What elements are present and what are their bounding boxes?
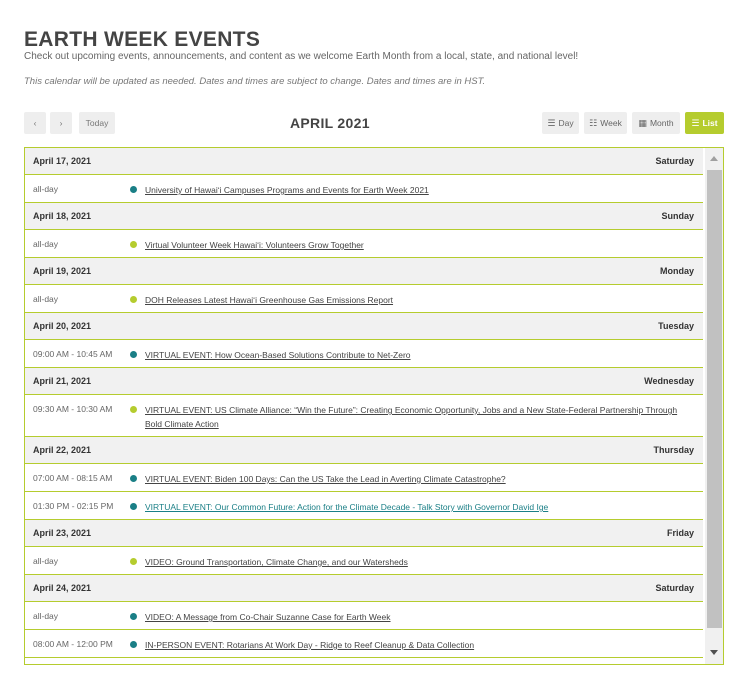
event-list-body: April 17, 2021 Saturday all-day University … [25,148,703,658]
event-time: all-day [33,184,59,194]
day-view-button[interactable]: ☰ Day [542,112,579,134]
event-title-link[interactable]: VIDEO: A Message from Co-Chair Suzanne C… [145,610,703,624]
prev-button[interactable]: ‹ [24,112,46,134]
day-weekday: Saturday [655,583,694,593]
day-header: April 22, 2021 Thursday [25,437,703,464]
list-lines-icon: ☰ [547,117,556,128]
day-date: April 24, 2021 [33,583,92,593]
event-title-link[interactable]: VIRTUAL EVENT: US Climate Alliance: “Win… [145,403,703,431]
event-row[interactable]: 07:00 AM - 08:15 AM VIRTUAL EVENT: Biden … [25,464,703,492]
day-weekday: Monday [659,266,694,276]
day-weekday: Wednesday [644,376,694,386]
event-row[interactable]: 09:30 AM - 10:30 AM VIRTUAL EVENT: US Cli… [25,395,703,437]
day-weekday: Friday [666,528,694,538]
event-category-dot-icon [130,241,137,248]
page-subtitle: Check out upcoming events, announcements… [24,51,579,62]
event-time: all-day [33,611,59,621]
event-title-link[interactable]: IN-PERSON EVENT: Rotarians At Work Day -… [145,638,703,652]
day-header: April 18, 2021 Sunday [25,203,703,230]
event-time: all-day [33,294,59,304]
event-time: all-day [33,239,59,249]
event-category-dot-icon [130,641,137,648]
month-view-button[interactable]: ▦ Month [632,112,680,134]
event-row[interactable]: 08:00 AM - 12:00 PM IN-PERSON EVENT: Rota… [25,630,703,658]
event-category-dot-icon [130,296,137,303]
day-date: April 18, 2021 [33,211,92,221]
day-weekday: Sunday [661,211,694,221]
event-row[interactable]: all-day DOH Releases Latest Hawaiʻi Green… [25,285,703,313]
next-button[interactable]: › [50,112,72,134]
event-title-link[interactable]: VIDEO: Ground Transportation, Climate Ch… [145,555,703,569]
event-category-dot-icon [130,558,137,565]
grid-icon: ▦ [638,117,647,128]
day-header: April 21, 2021 Wednesday [25,368,703,395]
scroll-down-arrow-icon[interactable] [710,650,718,655]
event-row[interactable]: all-day University of Hawaiʻi Campuses Pr… [25,175,703,203]
event-title-link[interactable]: VIRTUAL EVENT: How Ocean-Based Solutions… [145,348,703,362]
event-category-dot-icon [130,406,137,413]
event-row[interactable]: all-day VIDEO: Ground Transportation, Cli… [25,547,703,575]
event-title-link[interactable]: VIRTUAL EVENT: Biden 100 Days: Can the U… [145,472,703,486]
event-row[interactable]: 09:00 AM - 10:45 AM VIRTUAL EVENT: How Oc… [25,340,703,368]
day-header: April 17, 2021 Saturday [25,148,703,175]
week-view-button[interactable]: ☷ Week [584,112,627,134]
event-time: 01:30 PM - 02:15 PM [33,501,114,511]
day-weekday: Thursday [653,445,694,455]
event-time: 09:00 AM - 10:45 AM [33,349,113,359]
calendar-toolbar: ‹ › Today APRIL 2021 ☰ Day ☷ Week ▦ Mont… [24,112,724,134]
event-title-link[interactable]: DOH Releases Latest Hawaiʻi Greenhouse G… [145,293,703,307]
page-title: EARTH WEEK EVENTS [24,28,261,51]
day-date: April 17, 2021 [33,156,92,166]
scroll-thumb[interactable] [707,170,722,628]
day-view-label: Day [558,118,574,128]
day-date: April 21, 2021 [33,376,92,386]
list-bullets-icon: ☷ [589,117,598,128]
event-category-dot-icon [130,475,137,482]
event-category-dot-icon [130,186,137,193]
event-category-dot-icon [130,613,137,620]
day-header: April 23, 2021 Friday [25,520,703,547]
event-row[interactable]: 01:30 PM - 02:15 PM VIRTUAL EVENT: Our Co… [25,492,703,520]
day-weekday: Tuesday [658,321,694,331]
event-title-link[interactable]: University of Hawaiʻi Campuses Programs … [145,183,703,197]
month-view-label: Month [649,118,674,128]
event-category-dot-icon [130,351,137,358]
event-row[interactable]: all-day Virtual Volunteer Week Hawaiʻi: V… [25,230,703,258]
event-time: 07:00 AM - 08:15 AM [33,473,113,483]
day-date: April 23, 2021 [33,528,92,538]
event-title-link[interactable]: VIRTUAL EVENT: Our Common Future: Action… [145,500,703,514]
day-date: April 22, 2021 [33,445,92,455]
week-view-label: Week [600,118,622,128]
day-header: April 24, 2021 Saturday [25,575,703,602]
list-view-button[interactable]: ☰ List [685,112,724,134]
event-title-link[interactable]: Virtual Volunteer Week Hawaiʻi: Voluntee… [145,238,703,252]
scroll-up-arrow-icon[interactable] [710,156,718,161]
event-time: 09:30 AM - 10:30 AM [33,404,113,414]
calendar-notice: This calendar will be updated as needed.… [24,76,486,87]
event-time: 08:00 AM - 12:00 PM [33,639,113,649]
event-list: April 17, 2021 Saturday all-day University … [24,147,724,665]
event-row[interactable]: all-day VIDEO: A Message from Co-Chair Su… [25,602,703,630]
scrollbar[interactable] [705,148,723,664]
event-time: all-day [33,556,59,566]
day-date: April 20, 2021 [33,321,92,331]
day-weekday: Saturday [655,156,694,166]
event-category-dot-icon [130,503,137,510]
day-header: April 20, 2021 Tuesday [25,313,703,340]
list-view-label: List [702,118,718,128]
month-title: APRIL 2021 [290,115,370,131]
day-date: April 19, 2021 [33,266,92,276]
list-icon: ☰ [691,117,700,128]
day-header: April 19, 2021 Monday [25,258,703,285]
today-button[interactable]: Today [79,112,115,134]
